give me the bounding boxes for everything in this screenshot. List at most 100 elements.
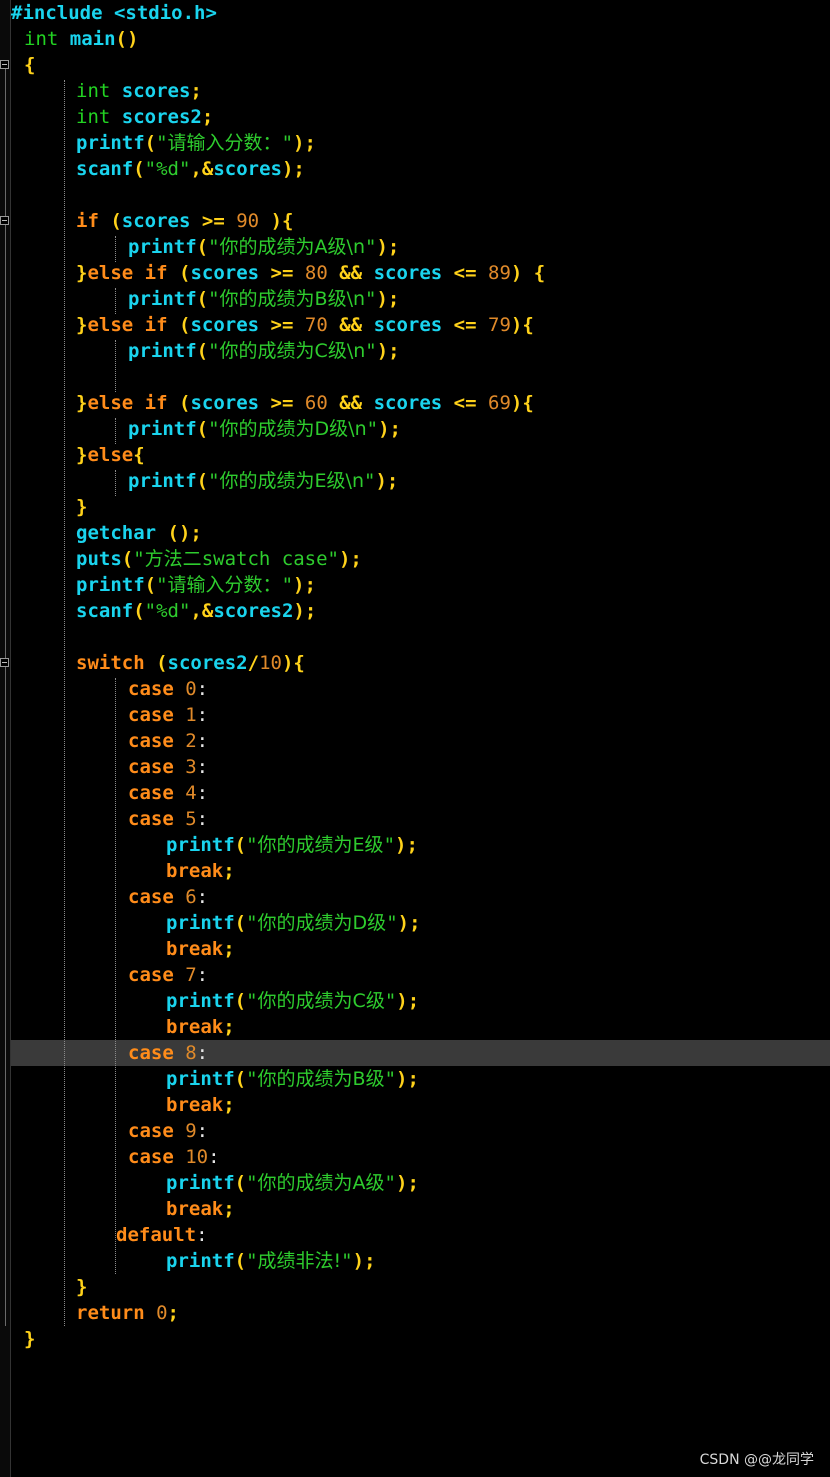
code-token: break bbox=[166, 1094, 224, 1116]
code-line[interactable]: case 10: bbox=[128, 1144, 220, 1170]
code-line[interactable]: }else if (scores >= 80 && scores <= 89) … bbox=[76, 260, 545, 286]
code-token: ; bbox=[223, 860, 235, 882]
code-token: printf bbox=[128, 418, 197, 440]
code-line[interactable]: case 9: bbox=[128, 1118, 208, 1144]
code-line[interactable]: printf("你的成绩为D级"); bbox=[166, 910, 421, 936]
code-line[interactable]: getchar (); bbox=[76, 520, 202, 546]
code-line[interactable]: } bbox=[24, 1326, 35, 1352]
code-token: printf bbox=[166, 834, 235, 856]
code-line[interactable]: printf("你的成绩为A级\n"); bbox=[128, 234, 399, 260]
code-line[interactable]: printf("你的成绩为E级\n"); bbox=[128, 468, 398, 494]
code-token: 你的成绩为D级 bbox=[257, 912, 387, 934]
code-token: 1 bbox=[185, 704, 197, 726]
code-line[interactable]: int scores2; bbox=[76, 104, 213, 130]
code-token: ); bbox=[281, 158, 305, 180]
code-token: ){ bbox=[281, 652, 305, 674]
code-line[interactable]: printf("请输入分数："); bbox=[76, 130, 316, 156]
code-line[interactable]: printf("你的成绩为D级\n"); bbox=[128, 416, 401, 442]
code-token: scores2 bbox=[167, 652, 248, 674]
code-token: default bbox=[116, 1224, 197, 1246]
code-line[interactable]: printf("你的成绩为B级"); bbox=[166, 1066, 419, 1092]
code-token: ); bbox=[293, 574, 316, 596]
code-token: "%d" bbox=[144, 600, 191, 622]
code-line[interactable]: scanf("%d",&scores2); bbox=[76, 598, 316, 624]
code-line[interactable]: case 8: bbox=[128, 1040, 208, 1066]
code-line[interactable]: break; bbox=[166, 858, 235, 884]
code-line[interactable]: case 4: bbox=[128, 780, 208, 806]
code-line[interactable]: case 3: bbox=[128, 754, 208, 780]
code-line[interactable]: printf("你的成绩为B级\n"); bbox=[128, 286, 399, 312]
code-line[interactable]: return 0; bbox=[76, 1300, 179, 1326]
code-line[interactable]: case 1: bbox=[128, 702, 208, 728]
code-line[interactable]: printf("请输入分数："); bbox=[76, 572, 316, 598]
code-line[interactable]: printf("你的成绩为C级\n"); bbox=[128, 338, 400, 364]
code-token: case bbox=[128, 678, 174, 700]
code-token: if bbox=[76, 210, 99, 232]
code-token: () bbox=[115, 28, 139, 50]
code-token: printf bbox=[76, 132, 145, 154]
code-line[interactable]: scanf("%d",&scores); bbox=[76, 156, 305, 182]
code-line[interactable]: if (scores >= 90 ){ bbox=[76, 208, 293, 234]
code-line[interactable]: case 7: bbox=[128, 962, 208, 988]
code-line[interactable]: } bbox=[76, 494, 87, 520]
code-token: } bbox=[76, 314, 88, 336]
fold-collapse-icon[interactable] bbox=[0, 658, 9, 667]
code-line[interactable]: break; bbox=[166, 936, 235, 962]
code-token: ){ bbox=[510, 314, 534, 336]
code-token: 90 bbox=[236, 210, 260, 232]
code-line[interactable]: { bbox=[24, 52, 35, 78]
code-line[interactable]: printf("你的成绩为A级"); bbox=[166, 1170, 419, 1196]
code-line[interactable]: switch (scores2/10){ bbox=[76, 650, 305, 676]
fold-collapse-icon[interactable] bbox=[0, 216, 9, 225]
code-line[interactable]: int main() bbox=[24, 26, 138, 52]
code-line[interactable]: case 5: bbox=[128, 806, 208, 832]
code-line[interactable]: printf("你的成绩为C级"); bbox=[166, 988, 419, 1014]
code-line[interactable]: puts("方法二swatch case"); bbox=[76, 546, 362, 572]
code-token: #include <stdio.h> bbox=[11, 2, 217, 24]
code-line[interactable]: }else if (scores >= 70 && scores <= 79){ bbox=[76, 312, 534, 338]
code-line[interactable]: } bbox=[76, 1274, 87, 1300]
code-line[interactable]: int scores; bbox=[76, 78, 202, 104]
code-line[interactable]: break; bbox=[166, 1014, 235, 1040]
code-token: : bbox=[196, 964, 209, 986]
code-token: ( bbox=[234, 1068, 247, 1090]
code-token: : bbox=[196, 1120, 209, 1142]
code-token: { bbox=[533, 262, 546, 284]
code-token: (); bbox=[167, 522, 202, 544]
code-line[interactable]: #include <stdio.h> bbox=[11, 0, 217, 26]
code-line[interactable]: default: bbox=[116, 1222, 208, 1248]
code-token: 请输入分数： bbox=[167, 132, 282, 154]
code-line[interactable]: case 6: bbox=[128, 884, 208, 910]
code-token: return bbox=[76, 1302, 145, 1324]
code-token: ){ bbox=[510, 392, 534, 414]
code-token: printf bbox=[166, 1250, 235, 1272]
code-line[interactable]: printf("你的成绩为E级"); bbox=[166, 832, 418, 858]
code-line[interactable]: case 2: bbox=[128, 728, 208, 754]
code-token: ( bbox=[133, 158, 145, 180]
code-token: " bbox=[364, 470, 376, 492]
code-line[interactable]: }else{ bbox=[76, 442, 145, 468]
code-token: 请输入分数： bbox=[167, 574, 282, 596]
code-token: { bbox=[133, 444, 145, 466]
code-token: } bbox=[76, 1276, 88, 1298]
code-line[interactable]: break; bbox=[166, 1196, 235, 1222]
code-token: : bbox=[196, 756, 209, 778]
code-line[interactable]: }else if (scores >= 60 && scores <= 69){ bbox=[76, 390, 534, 416]
fold-collapse-icon[interactable] bbox=[0, 60, 9, 69]
code-line[interactable]: case 0: bbox=[128, 676, 208, 702]
indent-guide bbox=[115, 470, 116, 496]
code-line[interactable]: break; bbox=[166, 1092, 235, 1118]
code-token: : bbox=[196, 678, 209, 700]
code-token: " bbox=[246, 1250, 258, 1272]
code-token: case bbox=[128, 1042, 174, 1064]
code-token: " bbox=[281, 574, 294, 596]
code-line[interactable]: printf("成绩非法!"); bbox=[166, 1248, 376, 1274]
code-editor[interactable]: #include <stdio.h> int main(){int scores;… bbox=[0, 0, 830, 1477]
code-token: 60 bbox=[304, 392, 328, 414]
